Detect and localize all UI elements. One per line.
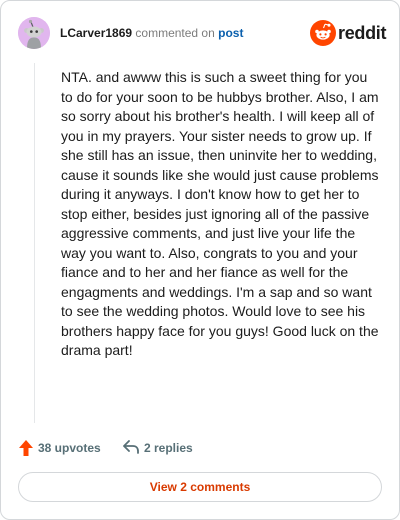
comment-meta: LCarver1869 commented on post	[60, 26, 243, 40]
brand-name: reddit	[338, 23, 387, 43]
upvote-arrow-icon	[19, 440, 33, 456]
reddit-logo-icon	[310, 20, 336, 46]
reply-arrow-icon	[123, 440, 139, 454]
username-link[interactable]: LCarver1869	[60, 26, 132, 40]
reddit-brand[interactable]: reddit	[310, 20, 387, 46]
view-comments-button[interactable]: View 2 comments	[18, 472, 382, 502]
comment-body: NTA. and awww this is such a sweet thing…	[61, 69, 379, 358]
user-avatar[interactable]	[18, 17, 50, 49]
post-link[interactable]: post	[218, 26, 243, 40]
comment-card: LCarver1869 commented on post reddit NTA…	[0, 0, 400, 520]
reply-count: 2 replies	[144, 441, 193, 455]
snoo-avatar-icon	[18, 17, 50, 49]
commented-on-text: commented on	[135, 26, 215, 40]
replies-button[interactable]: 2 replies	[122, 438, 212, 458]
upvote-count: 38 upvotes	[38, 441, 101, 455]
comment-actions: 38 upvotes 2 replies	[18, 438, 378, 458]
upvote-button[interactable]: 38 upvotes	[18, 438, 108, 458]
comment-header: LCarver1869 commented on post reddit	[18, 17, 387, 49]
thread-line	[34, 63, 35, 423]
